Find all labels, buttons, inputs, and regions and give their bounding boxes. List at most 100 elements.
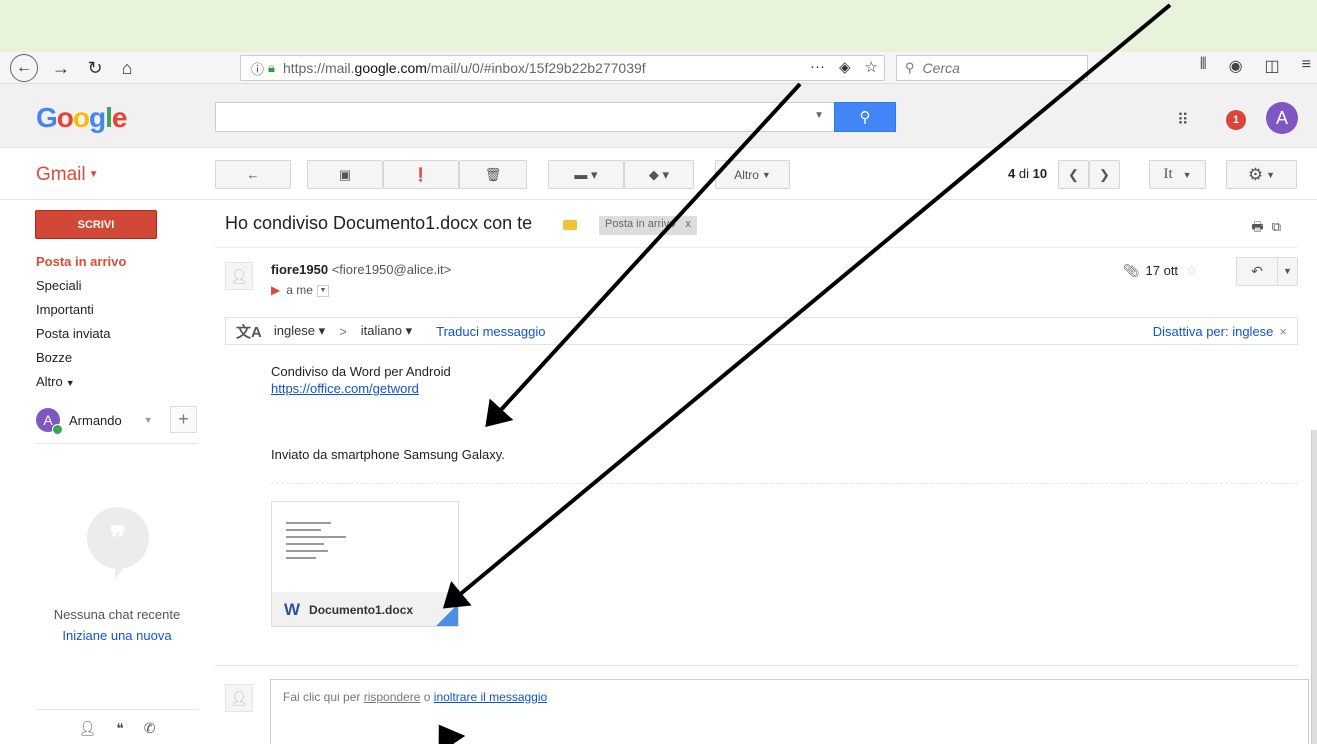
gear-icon: ⚙ xyxy=(1247,164,1264,184)
tag-icon: ◆ ▾ xyxy=(648,166,670,182)
notification-badge[interactable]: 1 xyxy=(1226,110,1246,130)
extension-icon[interactable]: ◉ xyxy=(1229,56,1243,76)
source-language-select[interactable]: inglese ▾ xyxy=(274,323,325,339)
sidebar-item-drafts[interactable]: Bozze xyxy=(36,348,126,372)
label-tag-icon[interactable] xyxy=(563,220,577,230)
search-icon: ⚲ xyxy=(859,109,871,126)
input-tools-button[interactable]: It ▼ xyxy=(1149,160,1206,189)
new-window-icon[interactable]: ⧉ xyxy=(1272,219,1289,234)
chevron-right-icon: ❯ xyxy=(1099,166,1110,182)
hangouts-user[interactable]: A Armando ▼ xyxy=(36,408,153,435)
forward-button[interactable]: → xyxy=(48,55,74,81)
gmail-menu[interactable]: Gmail ▼ xyxy=(36,164,99,186)
chevron-down-icon: ▼ xyxy=(1266,169,1276,180)
browser-search-input[interactable] xyxy=(922,60,1073,76)
disable-translation-link[interactable]: Disattiva per: inglese × xyxy=(1153,324,1287,339)
search-options-icon[interactable]: ▼ xyxy=(814,110,824,121)
hangouts-quote-icon: ❞ xyxy=(87,507,149,579)
attachment-name: Documento1.docx xyxy=(309,603,414,617)
report-spam-button[interactable]: ❗ xyxy=(383,160,459,189)
mail-search-input[interactable]: ▼ xyxy=(215,102,835,132)
back-to-inbox-button[interactable]: ← xyxy=(215,160,291,189)
address-bar[interactable]: ⓘ 🔒︎ https://mail.google.com/mail/u/0/#i… xyxy=(240,55,885,81)
more-button[interactable]: Altro ▼ xyxy=(715,160,790,189)
mail-search-button[interactable]: ⚲ xyxy=(834,102,896,132)
labels-button[interactable]: ◆ ▾ xyxy=(624,160,694,189)
sidebar-item-important[interactable]: Importanti xyxy=(36,300,126,324)
getword-link[interactable]: https://office.com/getword xyxy=(271,381,419,396)
show-details-icon[interactable]: ▼ xyxy=(316,284,329,297)
new-chat-button[interactable]: + xyxy=(170,406,197,433)
signature-text: Inviato da smartphone Samsung Galaxy. xyxy=(271,447,505,462)
browser-search[interactable]: ⚲ xyxy=(896,55,1088,81)
attachment-card[interactable]: W Documento1.docx xyxy=(271,501,459,627)
more-actions-icon[interactable]: ··· xyxy=(810,58,825,76)
translate-message-link[interactable]: Traduci messaggio xyxy=(436,324,545,339)
delete-button[interactable]: 🗑︎ xyxy=(459,160,527,189)
reply-link[interactable]: rispondere xyxy=(364,690,421,704)
info-icon[interactable]: ⓘ xyxy=(251,59,264,78)
chevron-down-icon: ▼ xyxy=(88,169,99,181)
chat-footer: 👤︎ ❝ ✆ xyxy=(36,709,198,744)
user-name: Armando xyxy=(69,412,122,428)
settings-button[interactable]: ⚙ ▼ xyxy=(1226,160,1297,189)
recipients: ▶ a me ▼ xyxy=(271,283,329,297)
pocket-icon[interactable]: ◈ xyxy=(839,58,851,76)
attachment-thumbnail xyxy=(272,502,458,592)
move-to-button[interactable]: ▬ ▾ xyxy=(548,160,624,189)
attachment-footer: W Documento1.docx xyxy=(272,592,458,626)
importance-marker-icon[interactable]: ▶ xyxy=(271,283,280,297)
star-icon[interactable]: ☆ xyxy=(1186,263,1198,278)
remove-label-icon[interactable]: x xyxy=(685,218,691,230)
sidebar-icon[interactable]: ◫ xyxy=(1265,56,1280,76)
older-button[interactable]: ❯ xyxy=(1089,160,1120,189)
message-subject: Ho condiviso Documento1.docx con te xyxy=(225,213,533,233)
paperclip-icon: 📎︎ xyxy=(1123,263,1140,278)
archive-button[interactable]: ▣ xyxy=(307,160,383,189)
arrow-left-icon: ← xyxy=(246,167,260,182)
library-icon[interactable]: ⫴ xyxy=(1200,56,1207,76)
no-chat-text: Nessuna chat recente xyxy=(53,607,181,622)
message-body: Condiviso da Word per Android https://of… xyxy=(271,363,451,397)
newer-button[interactable]: ❮ xyxy=(1058,160,1089,189)
divider xyxy=(36,443,198,444)
left-sidebar: SCRIVI Posta in arrivo Speciali Importan… xyxy=(0,200,215,744)
sidebar-item-sent[interactable]: Posta inviata xyxy=(36,324,126,348)
home-button[interactable]: ⌂ xyxy=(114,55,140,81)
reply-arrow-icon[interactable]: ↶ xyxy=(1237,263,1277,280)
scrollbar[interactable] xyxy=(1311,430,1317,744)
sidebar-item-inbox[interactable]: Posta in arrivo xyxy=(36,252,126,276)
google-logo[interactable]: Google xyxy=(36,102,127,134)
folder-list: Posta in arrivo Speciali Importanti Post… xyxy=(36,252,126,396)
forward-link[interactable]: inoltrare il messaggio xyxy=(434,690,547,704)
hangouts-icon[interactable]: ❝ xyxy=(116,720,124,744)
reload-button[interactable]: ↻ xyxy=(82,55,108,81)
chevron-down-icon[interactable]: ▼ xyxy=(144,415,153,425)
sidebar-item-starred[interactable]: Speciali xyxy=(36,276,126,300)
chevron-down-icon: ▼ xyxy=(65,378,75,388)
account-avatar[interactable]: A xyxy=(1266,102,1298,134)
back-button[interactable]: ← xyxy=(10,54,38,82)
reply-button[interactable]: ↶ ▼ xyxy=(1236,257,1298,286)
print-actions: 🖶︎⧉ xyxy=(1251,218,1289,240)
print-icon[interactable]: 🖶︎ xyxy=(1251,219,1271,234)
divider xyxy=(271,483,1298,484)
compose-button[interactable]: SCRIVI xyxy=(35,210,157,239)
start-new-chat-link[interactable]: Iniziane una nuova xyxy=(36,628,198,643)
menu-icon[interactable]: ≡ xyxy=(1302,56,1311,76)
target-language-select[interactable]: italiano ▾ xyxy=(361,323,412,339)
divider xyxy=(215,665,1298,666)
close-icon[interactable]: × xyxy=(1279,324,1287,339)
phone-icon[interactable]: ✆ xyxy=(144,720,156,744)
sender-info[interactable]: fiore1950 <fiore1950@alice.it> xyxy=(271,262,451,277)
sidebar-item-more[interactable]: Altro ▼ xyxy=(36,372,126,396)
divider xyxy=(215,247,1298,248)
bookmark-star-icon[interactable]: ☆ xyxy=(865,58,878,76)
apps-grid-icon[interactable]: ⠿ xyxy=(1177,110,1189,130)
chevron-down-icon[interactable]: ▼ xyxy=(1277,258,1297,285)
translate-icon: 文A xyxy=(236,323,262,341)
inbox-label-chip: Posta in arrivo x xyxy=(599,216,697,235)
reply-box[interactable]: Fai clic qui per rispondere o inoltrare … xyxy=(270,679,1309,744)
message-view: Ho condiviso Documento1.docx con te Post… xyxy=(215,200,1317,744)
contacts-icon[interactable]: 👤︎ xyxy=(78,720,96,744)
